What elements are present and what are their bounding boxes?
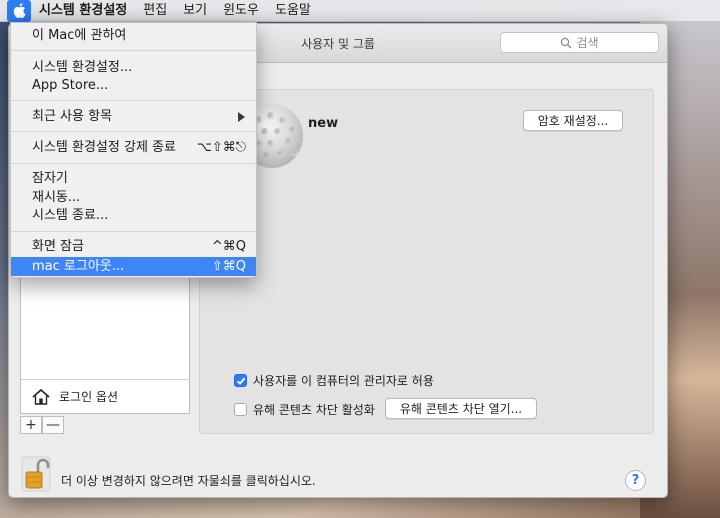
menu-separator xyxy=(11,50,256,51)
search-icon xyxy=(561,37,572,48)
menu-item-recent-items[interactable]: 최근 사용 항목 xyxy=(11,107,256,126)
menu-item-about-this-mac[interactable]: 이 Mac에 관하여 xyxy=(11,26,256,45)
parental-checkbox-row[interactable]: 유해 콘텐츠 차단 활성화 xyxy=(234,401,375,418)
apple-icon xyxy=(13,3,25,18)
menu-bar: 시스템 환경설정 편집 보기 윈도우 도움말 xyxy=(0,0,720,22)
menu-help[interactable]: 도움말 xyxy=(267,0,319,22)
checkmark-icon xyxy=(236,377,245,385)
menu-item-sleep[interactable]: 잠자기 xyxy=(11,169,256,188)
lock-hint-text: 더 이상 변경하지 않으려면 자물쇠를 클릭하십시오. xyxy=(61,474,316,488)
user-name: new xyxy=(308,116,339,131)
add-user-button[interactable]: + xyxy=(20,416,42,434)
menu-item-system-preferences[interactable]: 시스템 환경설정... xyxy=(11,58,256,77)
help-button[interactable]: ? xyxy=(625,470,646,491)
menu-view[interactable]: 보기 xyxy=(175,0,215,22)
submenu-arrow-icon xyxy=(238,112,245,122)
menu-edit[interactable]: 편집 xyxy=(135,0,175,22)
menu-item-lock-screen[interactable]: 화면 잠금 ^⌘Q xyxy=(11,237,256,256)
menu-separator xyxy=(11,163,256,164)
search-placeholder: 검색 xyxy=(576,36,599,50)
apple-menu-button[interactable] xyxy=(7,0,31,22)
login-options-item[interactable]: 로그인 옵션 xyxy=(21,379,189,413)
menu-separator xyxy=(11,231,256,232)
menu-item-label: 화면 잠금 xyxy=(32,239,84,254)
menu-item-label: 이 Mac에 관하여 xyxy=(32,28,127,43)
reset-password-button[interactable]: 암호 재설정... xyxy=(523,110,623,131)
menu-item-label: 시스템 환경설정 강제 종료 xyxy=(32,140,176,155)
parental-controls-checkbox[interactable] xyxy=(234,403,247,416)
admin-checkbox[interactable] xyxy=(234,374,247,387)
logout-shortcut: ⇧⌘Q xyxy=(211,259,246,274)
menu-item-label: App Store... xyxy=(32,78,109,93)
menu-separator xyxy=(11,131,256,132)
menu-window[interactable]: 윈도우 xyxy=(215,0,267,22)
apple-menu-dropdown: 이 Mac에 관하여 시스템 환경설정... App Store... 최근 사… xyxy=(10,22,257,278)
menu-item-shutdown[interactable]: 시스템 종료... xyxy=(11,206,256,225)
menu-item-app-store[interactable]: App Store... xyxy=(11,76,256,95)
menu-item-label: 시스템 종료... xyxy=(32,208,109,223)
add-remove-controls: + — xyxy=(20,416,64,436)
menu-item-label: 재시동... xyxy=(32,190,81,205)
menu-item-force-quit[interactable]: 시스템 환경설정 강제 종료 ⌥⇧⌘⎋ xyxy=(11,138,256,157)
lock-screen-shortcut: ^⌘Q xyxy=(211,239,246,254)
remove-user-button[interactable]: — xyxy=(42,416,64,434)
open-parental-controls-button[interactable]: 유해 콘텐츠 차단 열기... xyxy=(385,398,537,419)
search-field[interactable]: 검색 xyxy=(500,32,659,53)
admin-checkbox-row[interactable]: 사용자를 이 컴퓨터의 관리자로 허용 xyxy=(234,372,434,389)
login-options-label: 로그인 옵션 xyxy=(59,390,119,404)
menu-item-label: mac 로그아웃... xyxy=(32,259,125,274)
parental-checkbox-label: 유해 콘텐츠 차단 활성화 xyxy=(253,403,375,417)
unlocked-padlock-icon[interactable] xyxy=(21,456,51,492)
menu-item-label: 시스템 환경설정... xyxy=(32,60,133,75)
house-icon xyxy=(32,388,50,405)
menu-app-name[interactable]: 시스템 환경설정 xyxy=(31,0,135,22)
menu-item-label: 잠자기 xyxy=(32,171,68,186)
admin-checkbox-label: 사용자를 이 컴퓨터의 관리자로 허용 xyxy=(253,374,434,388)
force-quit-shortcut: ⌥⇧⌘⎋ xyxy=(196,140,246,155)
menu-separator xyxy=(11,100,256,101)
user-detail-panel: new 암호 재설정... 사용자를 이 컴퓨터의 관리자로 허용 유해 콘텐츠… xyxy=(199,89,654,434)
menu-item-restart[interactable]: 재시동... xyxy=(11,188,256,207)
menu-item-log-out[interactable]: mac 로그아웃... ⇧⌘Q xyxy=(11,257,256,276)
menu-item-label: 최근 사용 항목 xyxy=(32,109,113,124)
